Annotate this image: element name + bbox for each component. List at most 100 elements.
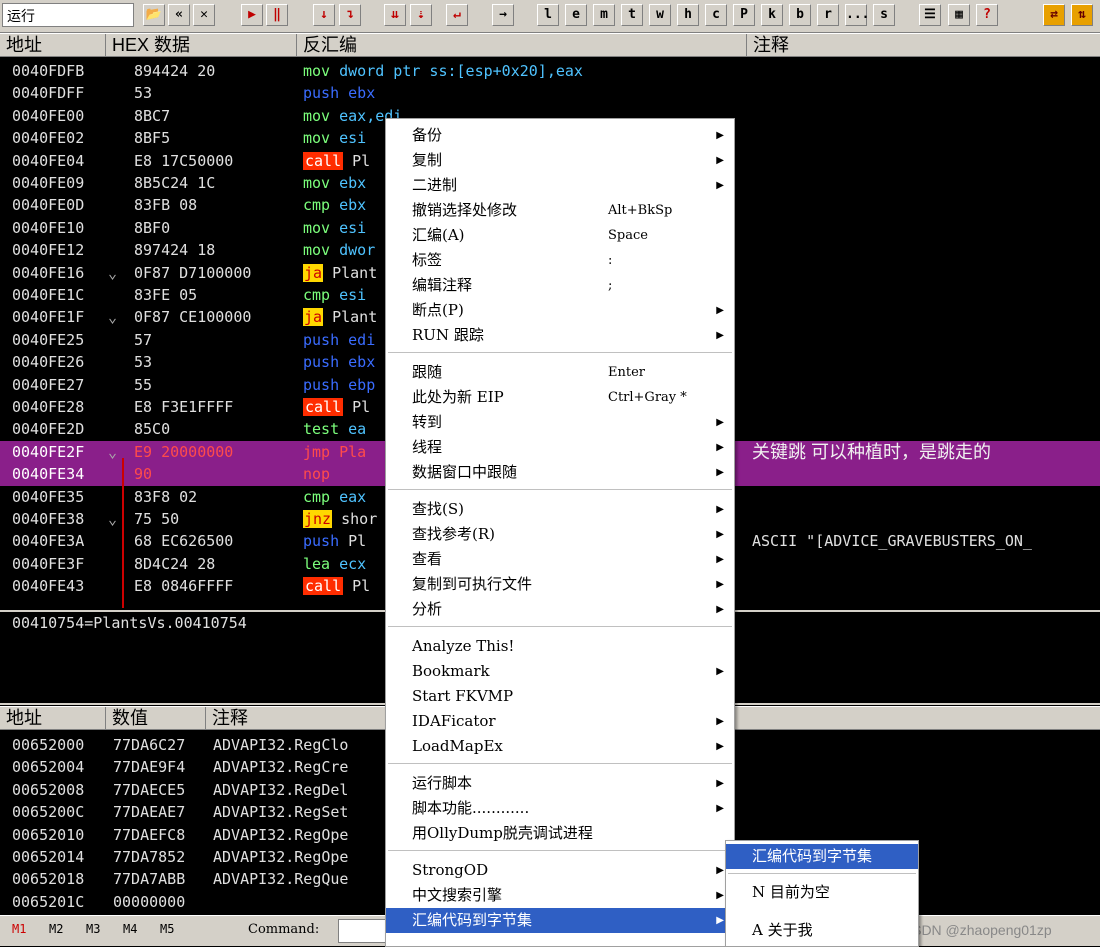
- toolbar-button-8[interactable]: k: [761, 4, 783, 26]
- rewind-icon[interactable]: «: [168, 4, 190, 26]
- menu-item-label: 标签: [412, 251, 443, 269]
- list-icon[interactable]: ☰: [919, 4, 941, 26]
- close-icon[interactable]: ✕: [193, 4, 215, 26]
- menu-item[interactable]: 备份 ▶: [386, 123, 734, 148]
- menu-item[interactable]: 查找(S) ▶: [386, 497, 734, 522]
- submenu-item[interactable]: A 关于我: [726, 918, 918, 943]
- menu-item[interactable]: 断点(P) ▶: [386, 298, 734, 323]
- menu-item[interactable]: 中文搜索引擎 ▶: [386, 883, 734, 908]
- menu-item[interactable]: 复制到可执行文件 ▶: [386, 572, 734, 597]
- dump-col-address[interactable]: 地址: [0, 707, 106, 729]
- menu-item[interactable]: 查看 ▶: [386, 547, 734, 572]
- submenu-item[interactable]: N 目前为空: [726, 880, 918, 905]
- dump-col-value[interactable]: 数值: [106, 707, 206, 729]
- menu-item[interactable]: 二进制 ▶: [386, 173, 734, 198]
- col-hex[interactable]: HEX 数据: [106, 34, 297, 56]
- row-hex: E8 17C50000: [134, 151, 234, 170]
- col-disasm[interactable]: 反汇编: [297, 34, 747, 56]
- menu-item[interactable]: 查找参考(R) ▶: [386, 522, 734, 547]
- row-operands: ea: [348, 420, 367, 439]
- menu-item[interactable]: 线程 ▶: [386, 435, 734, 460]
- row-mnemonic: mov: [303, 174, 331, 192]
- memory-m2-button[interactable]: M2: [49, 922, 63, 936]
- toolbar-button-9[interactable]: b: [789, 4, 811, 26]
- menu-item[interactable]: 运行脚本 ▶: [386, 771, 734, 796]
- toolbar-button-10[interactable]: r: [817, 4, 839, 26]
- submenu-item-label: 汇编代码到字节集: [752, 847, 873, 865]
- memory-m3-button[interactable]: M3: [86, 922, 100, 936]
- menu-item[interactable]: 复制 ▶: [386, 148, 734, 173]
- help-icon[interactable]: ?: [976, 4, 998, 26]
- toolbar-button-11[interactable]: ...: [845, 4, 869, 26]
- menu-item[interactable]: 汇编(A) Space: [386, 223, 734, 248]
- code-row[interactable]: 0040FDFB 894424 20 mov dword ptr ss:[esp+0…: [0, 60, 1100, 83]
- step-over-icon[interactable]: ↴: [339, 4, 361, 26]
- menu-item[interactable]: RUN 跟踪 ▶: [386, 323, 734, 348]
- menu-item[interactable]: 汇编代码到字节集 ▶: [386, 908, 734, 933]
- menu-item[interactable]: 跟随 Enter: [386, 360, 734, 385]
- toolbar-button-4[interactable]: w: [649, 4, 671, 26]
- toolbar-button-1[interactable]: e: [565, 4, 587, 26]
- col-address[interactable]: 地址: [0, 34, 106, 56]
- command-input[interactable]: [338, 919, 390, 943]
- plugin-icon[interactable]: ⇄: [1043, 4, 1065, 26]
- execute-till-return-icon[interactable]: ↵: [446, 4, 468, 26]
- dump-value: 77DAECE5: [113, 780, 186, 799]
- menu-item[interactable]: StrongOD ▶: [386, 858, 734, 883]
- menu-item-label: Bookmark: [412, 662, 490, 680]
- menu-item[interactable]: 脚本功能............ ▶: [386, 796, 734, 821]
- toolbar-button-3[interactable]: t: [621, 4, 643, 26]
- menu-separator: [388, 489, 732, 491]
- toolbar-button-0[interactable]: l: [537, 4, 559, 26]
- menu-item[interactable]: Analyze This!: [386, 634, 734, 659]
- menu-item[interactable]: Start FKVMP: [386, 684, 734, 709]
- row-disasm: push Pl: [303, 530, 366, 552]
- menu-item[interactable]: IDAFicator ▶: [386, 709, 734, 734]
- memory-m1-button[interactable]: M1: [12, 922, 26, 936]
- toolbar-button-2[interactable]: m: [593, 4, 615, 26]
- menu-item[interactable]: 转到 ▶: [386, 410, 734, 435]
- toolbar-button-12[interactable]: s: [873, 4, 895, 26]
- menu-item[interactable]: 分析 ▶: [386, 597, 734, 622]
- menu-item[interactable]: 此处为新 EIP Ctrl+Gray *: [386, 385, 734, 410]
- row-address: 0040FE1F: [12, 308, 85, 327]
- code-row[interactable]: 0040FDFF 53 push ebx: [0, 82, 1100, 105]
- pause-icon[interactable]: ‖: [266, 4, 288, 26]
- row-mnemonic: cmp: [303, 487, 331, 506]
- command-label: Command:: [248, 922, 320, 937]
- row-address: 0040FE02: [12, 129, 85, 148]
- dump-address: 00652018: [12, 870, 85, 889]
- trace-into-icon[interactable]: ⇊: [384, 4, 406, 26]
- toolbar-button-7[interactable]: P: [733, 4, 755, 26]
- run-icon[interactable]: ▶: [241, 4, 263, 26]
- row-operands: Pl: [352, 151, 371, 170]
- dump-comment: ADVAPI32.RegClo: [213, 736, 349, 754]
- menu-item[interactable]: 用OllyDump脱壳调试进程: [386, 821, 734, 846]
- memory-m5-button[interactable]: M5: [160, 922, 174, 936]
- menu-item[interactable]: 标签:: [386, 248, 734, 273]
- memory-m4-button[interactable]: M4: [123, 922, 137, 936]
- toolbar-button-5[interactable]: h: [677, 4, 699, 26]
- row-mnemonic: mov: [303, 62, 331, 80]
- dump-value: 77DAEAE7: [113, 803, 186, 822]
- col-comment[interactable]: 注释: [747, 34, 1100, 56]
- menu-item-label: 复制到可执行文件: [412, 575, 533, 593]
- plugin2-icon[interactable]: ⇅: [1071, 4, 1093, 26]
- menu-item-label: 线程: [412, 438, 443, 456]
- goto-icon[interactable]: →: [492, 4, 514, 26]
- trace-over-icon[interactable]: ⇣: [410, 4, 432, 26]
- menu-item[interactable]: 编辑注释;: [386, 273, 734, 298]
- menu-item[interactable]: 数据窗口中跟随 ▶: [386, 460, 734, 485]
- row-mnemonic: cmp: [303, 196, 331, 215]
- submenu-item[interactable]: 汇编代码到字节集: [726, 844, 918, 869]
- row-mnemonic: push: [303, 353, 340, 372]
- info-line: 00410754=PlantsVs.00410754: [12, 614, 247, 632]
- menu-item[interactable]: 撤销选择处修改 Alt+BkSp: [386, 198, 734, 223]
- step-into-icon[interactable]: ↓: [313, 4, 335, 26]
- dump-comment: ADVAPI32.RegSet: [213, 803, 349, 822]
- open-icon[interactable]: 📂: [143, 4, 165, 26]
- toolbar-button-6[interactable]: c: [705, 4, 727, 26]
- window-icon[interactable]: ▦: [948, 4, 970, 26]
- menu-item[interactable]: Bookmark ▶: [386, 659, 734, 684]
- menu-item[interactable]: LoadMapEx ▶: [386, 734, 734, 759]
